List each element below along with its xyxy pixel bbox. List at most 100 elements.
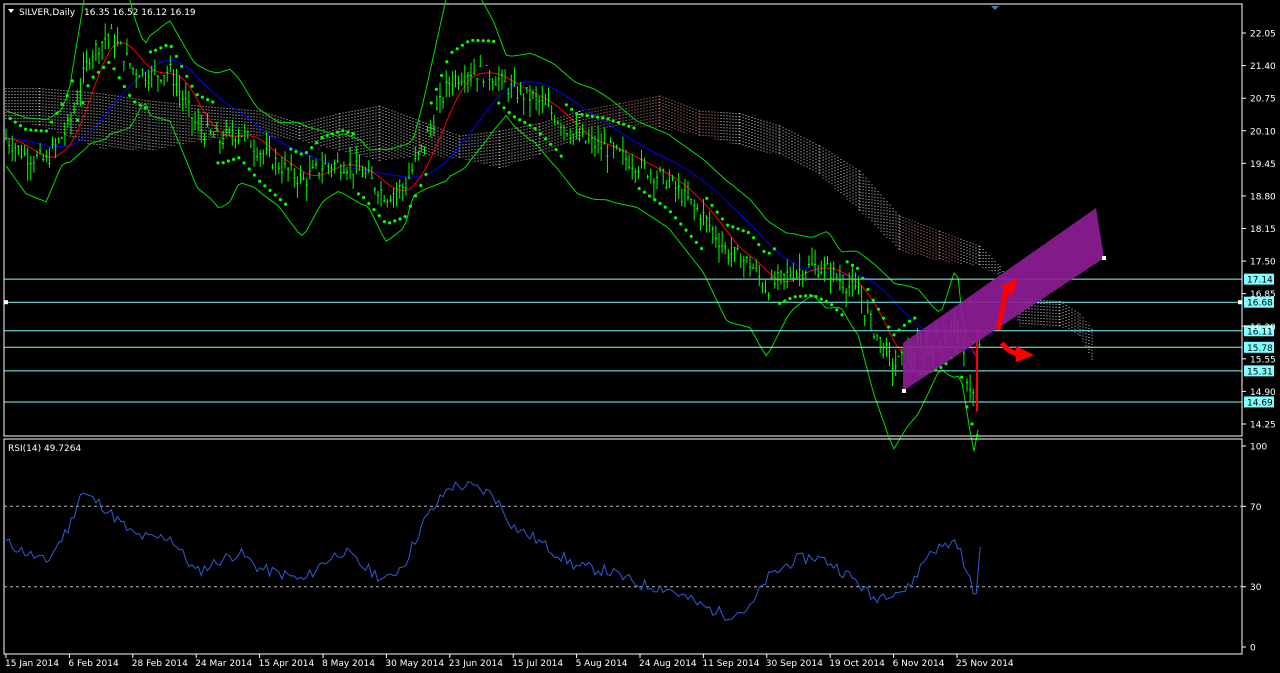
sar-dot [601,116,605,120]
sar-dot [445,60,449,64]
sar-dot [268,188,272,192]
rsi-header: RSI(14) 49.7264 [8,444,81,454]
price-tick-label: 19.45 [1250,160,1276,170]
level-price-label: 15.78 [1247,344,1273,354]
sar-dot [388,221,392,225]
sar-dot [700,246,704,251]
sar-dot [206,98,210,102]
sar-dot [585,113,589,118]
price-tick-label: 18.15 [1250,225,1276,235]
sar-dot [674,216,678,220]
sar-dot [310,146,314,150]
sar-dot [960,375,964,379]
sar-dot [55,111,59,115]
sar-dot [726,223,730,227]
level-price-label: 14.69 [1247,398,1273,408]
sar-dot [65,94,69,98]
time-tick-label: 30 May 2014 [385,659,444,669]
sar-dot [382,220,386,224]
sar-dot [866,287,870,291]
time-tick-label: 15 Jan 2014 [5,659,59,669]
sar-dot [507,111,511,115]
sar-dot [814,295,818,299]
sar-dot [455,47,459,51]
level-anchor-handle [1238,300,1242,305]
sar-dot [263,184,267,188]
sar-dot [492,39,496,44]
sar-dot [887,325,891,329]
sar-dot [549,142,553,146]
sar-dot [736,227,740,231]
sar-dot [102,65,106,69]
sar-dot [882,316,886,320]
sar-dot [804,294,808,298]
sar-dot [169,44,173,49]
sar-dot [856,266,860,270]
channel-anchor-handle[interactable] [902,389,906,393]
channel-anchor-handle[interactable] [1102,256,1106,260]
symbol-name: SILVER,Daily [19,8,76,18]
sar-dot [278,198,282,202]
sar-dot [138,103,142,107]
sar-dot [523,120,527,125]
sar-dot [715,210,719,214]
sar-dot [440,73,444,78]
price-tick-label: 22.05 [1250,30,1276,40]
sar-dot [460,43,464,47]
sar-dot [466,40,470,44]
sar-dot [180,64,184,68]
sar-dot [315,141,319,145]
sar-dot [107,60,111,65]
sar-dot [128,93,132,97]
sar-dot [200,95,204,99]
price-tick-label: 21.40 [1250,62,1276,72]
sar-dot [434,87,438,91]
price-tick-label: 16.20 [1250,323,1276,333]
sar-dot [294,149,298,154]
sar-dot [788,296,792,301]
price-tick-label: 17.50 [1250,258,1276,268]
sar-dot [965,405,969,409]
sar-dot [798,294,803,298]
time-tick-label: 5 Aug 2014 [576,659,628,669]
chart-background [0,0,1280,673]
time-tick-label: 15 Jul 2014 [512,659,563,669]
sar-dot [81,101,85,105]
sar-dot [720,217,725,221]
sar-dot [221,161,225,165]
sar-dot [393,219,397,223]
price-tick-label: 14.90 [1250,388,1276,398]
sar-dot [76,118,80,122]
sar-dot [559,154,563,158]
sar-dot [237,156,241,160]
sar-dot [341,129,345,133]
sar-dot [746,230,751,235]
rsi-tick-label: 0 [1250,644,1256,654]
price-chart[interactable]: SILVER,Daily 16.35 16.52 16.12 16.19 17.… [0,0,1280,673]
sar-dot [783,299,787,303]
sar-dot [710,203,714,207]
sar-dot [616,120,621,125]
sar-dot [325,133,329,137]
sar-dot [757,243,761,247]
sar-dot [970,422,974,426]
sar-dot [518,118,522,122]
sar-dot [414,194,418,198]
sar-dot [902,323,907,327]
sar-dot [778,301,782,305]
sar-dot [861,276,865,280]
sar-dot [538,132,543,136]
sar-dot [502,106,506,110]
time-tick-label: 28 Feb 2014 [132,659,188,669]
sar-dot [299,152,303,156]
sar-dot [975,434,979,438]
sar-dot [731,225,735,229]
sar-dot [897,328,901,332]
sar-dot [705,196,709,200]
sar-dot [362,195,366,200]
sar-dot [86,84,90,88]
time-tick-label: 15 Apr 2014 [259,659,315,669]
sar-dot [252,173,256,177]
sar-dot [398,217,402,221]
sar-dot [642,190,647,194]
